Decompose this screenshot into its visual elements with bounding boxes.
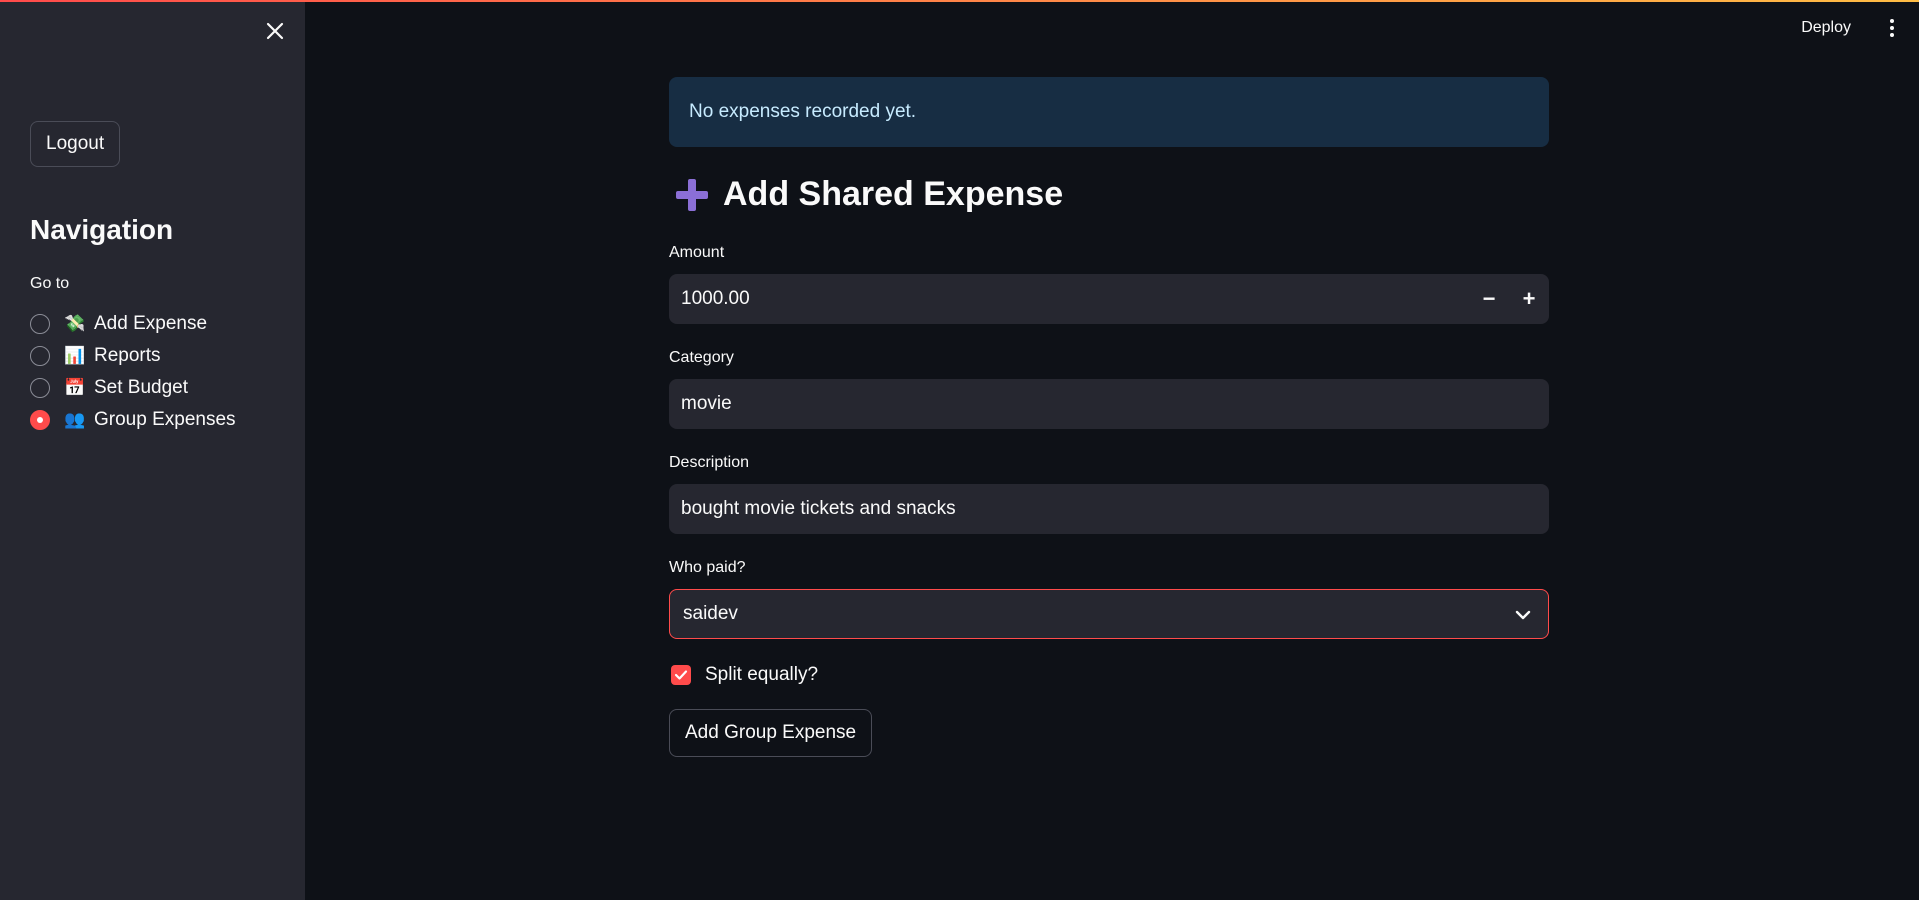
nav-radio-reports[interactable]: 📊 Reports [30,340,236,372]
go-to-label: Go to [30,275,70,292]
nav-radio-set-budget[interactable]: 📅 Set Budget [30,372,236,404]
amount-stepper[interactable]: 1000.00 − + [669,274,1549,324]
deploy-button[interactable]: Deploy [1801,19,1851,37]
radio-button[interactable] [30,346,50,366]
split-equally-checkbox[interactable]: Split equally? [671,664,818,686]
calendar-icon: 📅 [64,378,86,397]
checkmark-icon [674,670,688,680]
stepper-controls: − + [1469,274,1549,324]
increment-button[interactable]: + [1509,274,1549,324]
plus-icon [676,178,708,211]
close-icon [266,22,284,40]
description-input[interactable]: bought movie tickets and snacks [669,484,1549,534]
bar-chart-icon: 📊 [64,346,86,365]
decrement-button[interactable]: − [1469,274,1509,324]
nav-label: Group Expenses [94,409,236,430]
navigation-radio-group: 💸 Add Expense 📊 Reports 📅 Set Budget 👥 G… [30,308,236,436]
money-wings-icon: 💸 [64,314,86,333]
nav-radio-group-expenses[interactable]: 👥 Group Expenses [30,404,236,436]
radio-button[interactable] [30,378,50,398]
group-icon: 👥 [64,410,86,429]
checkbox-checked[interactable] [671,665,691,685]
description-label: Description [669,454,750,471]
amount-label: Amount [669,244,725,261]
who-paid-select[interactable]: saidev [669,589,1549,639]
category-label: Category [669,349,734,366]
amount-value[interactable]: 1000.00 [681,288,750,310]
sidebar: Logout Navigation Go to 💸 Add Expense 📊 … [0,0,305,900]
kebab-menu-icon[interactable] [1877,13,1907,43]
close-sidebar-button[interactable] [262,18,288,44]
logout-button[interactable]: Logout [30,121,121,167]
add-group-expense-button[interactable]: Add Group Expense [669,709,873,757]
selected-payer: saidev [683,603,738,624]
navigation-title: Navigation [30,214,174,245]
radio-button-selected[interactable] [30,410,50,430]
nav-label: Set Budget [94,377,189,398]
nav-radio-add-expense[interactable]: 💸 Add Expense [30,308,236,340]
category-input[interactable]: movie [669,379,1549,429]
split-equally-label: Split equally? [705,664,819,685]
header-toolbar: Deploy [1801,0,1919,56]
chevron-down-icon [1515,610,1531,620]
section-header: Add Shared Expense [673,175,1063,214]
radio-button[interactable] [30,314,50,334]
nav-label: Reports [94,345,161,366]
section-title: Add Shared Expense [723,175,1064,213]
who-paid-label: Who paid? [669,559,746,576]
info-alert: No expenses recorded yet. [669,77,1549,147]
top-decoration-line [0,0,1919,2]
nav-label: Add Expense [94,313,208,334]
